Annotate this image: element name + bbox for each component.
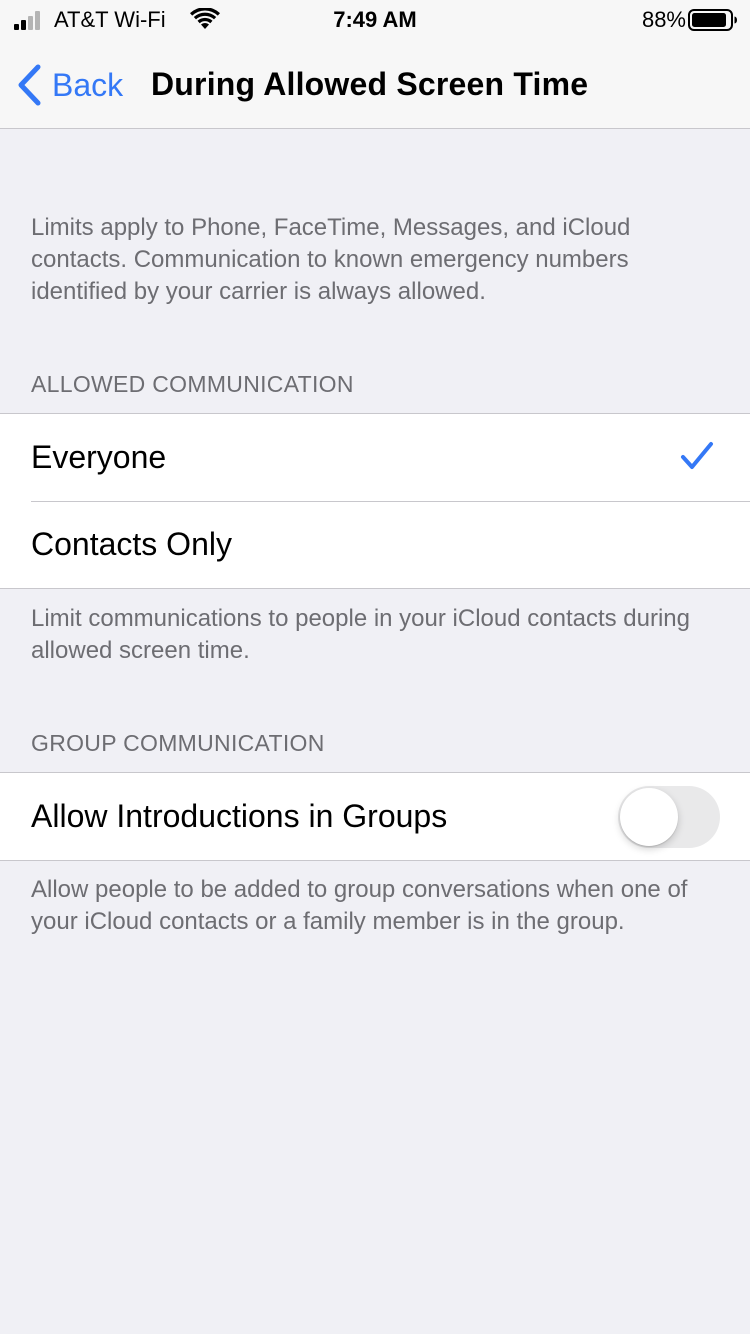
allowed-communication-group: Everyone Contacts Only [0,413,750,589]
group-communication-header: GROUP COMMUNICATION [31,730,325,756]
option-everyone-label: Everyone [31,439,167,475]
chevron-left-icon [18,64,41,106]
battery-icon [688,9,737,31]
group-communication-footer: Allow people to be added to group conver… [31,876,688,935]
option-everyone[interactable]: Everyone [0,414,750,501]
allowed-communication-footer: Limit communications to people in your i… [31,605,691,664]
back-label: Back [52,66,124,103]
group-communication-group: Allow Introductions in Groups [0,772,750,861]
allow-introductions-row: Allow Introductions in Groups [0,773,750,860]
option-contacts-only[interactable]: Contacts Only [0,501,750,588]
allow-introductions-label: Allow Introductions in Groups [31,798,448,834]
status-bar: AT&T Wi-Fi 7:49 AM 88% [0,0,750,40]
battery-percentage: 88% [641,7,686,32]
allow-introductions-toggle[interactable] [618,786,720,848]
checkmark-icon [681,442,713,469]
navigation-bar: Back During Allowed Screen Time [0,40,750,129]
toggle-knob [620,788,678,846]
allowed-communication-header: ALLOWED COMMUNICATION [31,371,354,397]
back-button[interactable]: Back [16,62,123,108]
intro-description: Limits apply to Phone, FaceTime, Message… [31,214,631,305]
status-time: 7:49 AM [333,7,417,32]
option-contacts-only-label: Contacts Only [31,526,232,562]
page-title: During Allowed Screen Time [151,66,589,102]
